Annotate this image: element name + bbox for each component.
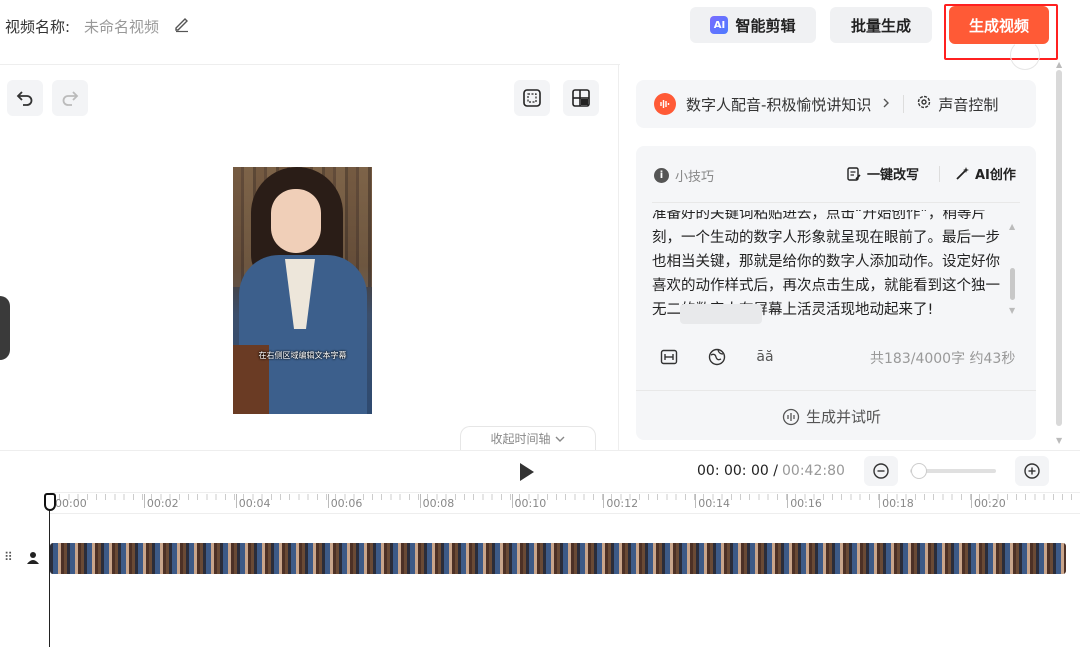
ai-badge-icon: AI: [710, 16, 729, 34]
ruler-tick-label: 00:10: [514, 497, 547, 510]
layout-icon: [572, 89, 590, 107]
layout-button[interactable]: [563, 80, 599, 116]
drag-handle-icon[interactable]: ⠿: [4, 550, 13, 564]
pinyin-icon[interactable]: āă: [752, 344, 778, 370]
ruler-major-tick: [695, 494, 697, 508]
ai-edit-button[interactable]: AI 智能剪辑: [690, 7, 816, 43]
ruler-major-tick: [511, 494, 513, 508]
tooltip-ghost: [680, 304, 762, 324]
chevron-down-icon: [555, 436, 564, 442]
ruler-major-tick: [143, 494, 145, 508]
info-icon: i: [654, 168, 669, 183]
ai-create-label: AI创作: [975, 168, 1016, 183]
preview-listen-button[interactable]: 生成并试听: [782, 406, 881, 427]
audio-wave-icon: [782, 408, 800, 425]
video-name-label: 视频名称:: [5, 18, 71, 36]
tips-divider: [652, 202, 1020, 203]
rewrite-button[interactable]: 一键改写: [846, 164, 919, 183]
ruler-minor-ticks: [50, 494, 1080, 500]
timeline-divider: [0, 450, 1080, 451]
undo-button[interactable]: [7, 80, 43, 116]
ruler-tick-label: 00:00: [55, 497, 87, 510]
undo-icon: [16, 91, 33, 106]
script-editor-card: i 小技巧 一键改写 AI创作 准备好的关键词粘贴进去，点击“开始创作”，稍等片…: [636, 146, 1036, 440]
ruler-tick-label: 00:02: [146, 497, 179, 510]
text-tools: āă: [656, 344, 778, 370]
voice-wave-icon: [654, 93, 676, 115]
subtitle-placeholder: 在右侧区域编辑文本字幕: [258, 351, 347, 360]
voice-name: 数字人配音-积极愉悦讲知识: [686, 95, 872, 114]
zoom-in-button[interactable]: [1015, 456, 1049, 486]
ruler-major-tick: [327, 494, 329, 508]
rewrite-label: 一键改写: [867, 168, 920, 183]
magic-wand-icon: [956, 166, 969, 180]
scroll-up-arrow[interactable]: ▲: [1009, 222, 1015, 231]
current-time: 00: 00: 00 /: [697, 463, 778, 479]
playhead-line: [49, 500, 50, 647]
preview-listen-label: 生成并试听: [806, 408, 882, 426]
ruler-tick-label: 00:06: [330, 497, 363, 510]
video-preview[interactable]: 在右侧区域编辑文本字幕: [233, 167, 372, 414]
card-divider: [636, 390, 1036, 391]
panel-scrollbar-thumb[interactable]: [1056, 70, 1062, 426]
ruler-tick-label: 00:04: [238, 497, 271, 510]
tool-separator: [939, 166, 940, 182]
edit-pencil-icon[interactable]: [173, 15, 191, 33]
ruler-tick-label: 00:20: [974, 497, 1006, 510]
playhead-handle[interactable]: [44, 493, 56, 511]
ruler-major-tick: [971, 494, 972, 508]
ruler-major-tick: [879, 494, 881, 508]
ruler-tick-label: 00:18: [882, 497, 914, 510]
chevron-right-icon: [881, 95, 891, 113]
total-time: 00:42:80: [782, 463, 845, 479]
voice-control-label[interactable]: 声音控制: [938, 94, 998, 115]
rewrite-icon: [847, 166, 861, 181]
side-collapse-tab[interactable]: [0, 296, 10, 360]
video-track-clip[interactable]: [50, 543, 1066, 574]
collapse-timeline-label: 收起时间轴: [490, 432, 551, 446]
redo-icon: [62, 91, 79, 106]
avatar-face: [271, 189, 321, 253]
person-icon: [26, 550, 40, 569]
gear-icon: [916, 94, 932, 114]
ai-edit-label: 智能剪辑: [735, 16, 796, 35]
ruler-major-tick: [235, 494, 237, 508]
play-button[interactable]: [514, 460, 538, 484]
fit-screen-button[interactable]: [514, 80, 550, 116]
polyphone-icon[interactable]: [704, 344, 730, 370]
word-count: 共183/4000字 约43秒: [870, 351, 1016, 367]
scroll-down-arrow[interactable]: ▼: [1009, 306, 1015, 315]
tips-row[interactable]: i 小技巧: [654, 166, 714, 185]
panel-scroll-down[interactable]: ▼: [1056, 436, 1062, 445]
tips-label: 小技巧: [675, 170, 715, 185]
ruler-tick-label: 00:16: [790, 497, 822, 510]
video-name-value[interactable]: 未命名视频: [84, 16, 159, 37]
corner-circle: [1010, 40, 1040, 70]
zoom-out-button[interactable]: [864, 456, 898, 486]
pause-insert-icon[interactable]: [656, 344, 682, 370]
voice-selector[interactable]: 数字人配音-积极愉悦讲知识 声音控制: [636, 80, 1036, 128]
ruler-major-tick: [787, 494, 789, 508]
ruler-major-tick: [419, 494, 421, 508]
redo-button[interactable]: [52, 80, 88, 116]
ruler-tick-label: 00:08: [422, 497, 455, 510]
ruler-tick-label: 00:14: [698, 497, 730, 510]
header-divider: [0, 64, 620, 65]
panel-divider: [618, 64, 619, 450]
ai-create-button[interactable]: AI创作: [954, 164, 1016, 183]
zoom-out-icon: [873, 463, 889, 479]
batch-generate-button[interactable]: 批量生成: [830, 7, 932, 43]
highlight-box: [944, 4, 1058, 60]
zoom-slider-knob[interactable]: [911, 463, 927, 479]
voice-separator: [903, 95, 905, 113]
ruler-tick-label: 00:12: [606, 497, 639, 510]
play-icon: [520, 463, 534, 481]
script-scrollbar-thumb[interactable]: [1010, 268, 1015, 300]
collapse-timeline-tab[interactable]: 收起时间轴: [460, 426, 596, 450]
fit-screen-icon: [523, 89, 541, 107]
ruler-major-tick: [603, 494, 605, 508]
zoom-in-icon: [1024, 463, 1040, 479]
panel-scroll-up[interactable]: ▲: [1056, 60, 1062, 69]
